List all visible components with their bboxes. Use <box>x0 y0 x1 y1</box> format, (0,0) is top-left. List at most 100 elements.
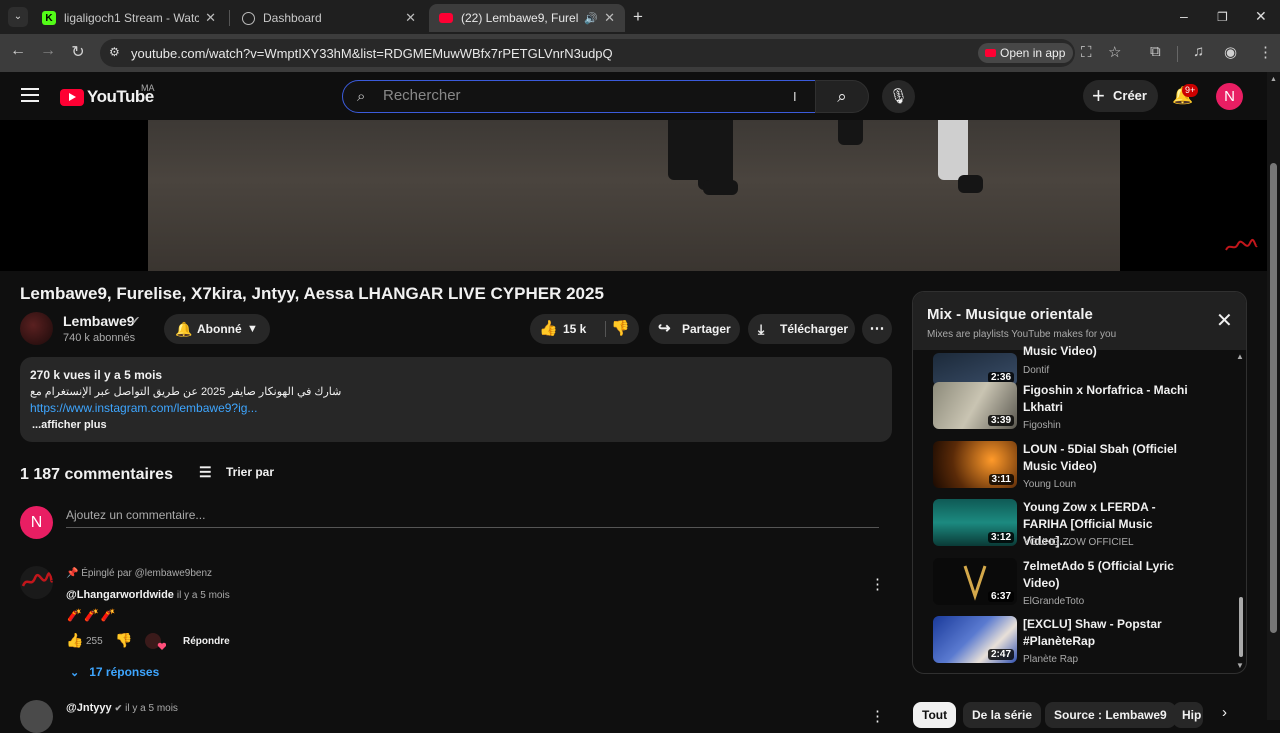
comment-author[interactable]: @Jntyyy ✔ il y a 5 mois <box>66 702 178 714</box>
sort-by-button[interactable]: ☰ Trier par <box>199 464 274 480</box>
chip-all[interactable]: Tout <box>913 702 957 728</box>
share-label: Partager <box>682 322 731 336</box>
playlist-item[interactable]: 2:47 [EXCLU] Shaw - Popstar #PlanèteRap … <box>933 616 1233 672</box>
close-window-icon[interactable]: ✕ <box>1255 8 1267 25</box>
hamburger-menu-icon[interactable] <box>21 88 39 102</box>
playlist-item-channel: YOUNG ZOW OFFICIEL <box>1023 537 1134 548</box>
playlist-item[interactable]: 6:37 7elmetAdo 5 (Official Lyric Video) … <box>933 558 1233 614</box>
playlist-scrollbar[interactable] <box>1239 362 1243 662</box>
close-tab-icon[interactable]: ✕ <box>604 10 615 26</box>
speaker-icon[interactable]: 🔊 <box>584 12 598 25</box>
description-box[interactable]: 270 k vues il y a 5 mois شارك في الهونكا… <box>20 357 892 442</box>
download-button[interactable]: ⤓ Télécharger <box>748 314 855 344</box>
create-button[interactable]: + Créer <box>1083 80 1158 112</box>
scroll-down-icon[interactable]: ▼ <box>1236 661 1244 670</box>
subscribed-button[interactable]: 🔔 Abonné ▼ <box>164 314 270 344</box>
scroll-up-icon[interactable]: ▲ <box>1270 76 1277 83</box>
playlist-item[interactable]: 3:12 Young Zow x LFERDA - FARIHA [Offici… <box>933 499 1233 555</box>
youtube-logo[interactable]: YouTube <box>60 87 154 107</box>
like-icon[interactable]: 👍 <box>539 314 558 344</box>
playlist-title[interactable]: Mix - Musique orientale <box>927 306 1093 323</box>
like-count[interactable]: 15 k <box>563 314 586 344</box>
new-tab-button[interactable]: + <box>633 7 643 27</box>
comment-author-handle[interactable]: @Lhangarworldwide <box>66 589 174 601</box>
tab-search-button[interactable]: ⌄ <box>8 7 28 27</box>
tab-youtube[interactable]: (22) Lembawe9, Furelise, X7kira 🔊 ✕ <box>429 4 625 32</box>
close-tab-icon[interactable]: ✕ <box>205 10 216 26</box>
more-actions-button[interactable]: ⋯ <box>862 314 892 344</box>
reload-icon[interactable]: ↻ <box>67 42 89 62</box>
video-player[interactable] <box>0 120 1267 271</box>
extensions-icon[interactable]: ⧉ <box>1150 43 1161 60</box>
open-in-app-label: Open in app <box>1000 46 1066 60</box>
youtube-icon <box>985 49 996 57</box>
omnibox[interactable]: ⚙ youtube.com/watch?v=WmptIXY33hM&list=R… <box>100 39 1121 67</box>
comment-count: 1 187 commentaires <box>20 466 173 483</box>
channel-name[interactable]: Lembawe9 <box>63 313 135 329</box>
close-tab-icon[interactable]: ✕ <box>405 10 416 26</box>
site-info-icon[interactable]: ⚙ <box>109 45 120 59</box>
playlist-panel: Mix - Musique orientale Mixes are playli… <box>912 291 1247 674</box>
comment-like-icon[interactable]: 👍 <box>66 632 83 649</box>
comment-author[interactable]: @Lhangarworldwide il y a 5 mois <box>66 589 230 601</box>
tab-kick[interactable]: K ligaligoch1 Stream - Watch Live ✕ <box>32 4 226 32</box>
video-frame <box>148 120 1120 271</box>
search-input[interactable] <box>383 87 763 104</box>
translate-icon[interactable]: ⛶ <box>1081 44 1092 61</box>
comment-like-count: 255 <box>86 636 103 647</box>
duration-badge: 3:11 <box>988 474 1014 485</box>
playlist-item-title: [EXCLU] Shaw - Popstar #PlanèteRap <box>1023 617 1162 648</box>
url-text[interactable]: youtube.com/watch?v=WmptIXY33hM&list=RDG… <box>131 46 613 61</box>
view-replies-button[interactable]: ⌄ 17 réponses <box>70 665 159 679</box>
page-scrollbar[interactable]: ▲ <box>1267 72 1280 720</box>
show-more-link[interactable]: ...afficher plus <box>32 419 107 431</box>
subscribed-label: Abonné <box>197 322 242 336</box>
search-box[interactable]: ⌕ I <box>342 80 816 113</box>
minimize-icon[interactable]: – <box>1180 8 1188 24</box>
close-icon[interactable]: ✕ <box>1216 308 1233 333</box>
bookmark-star-icon[interactable]: ☆ <box>1108 43 1121 61</box>
create-label: Créer <box>1113 88 1147 103</box>
voice-search-button[interactable]: 🎙 <box>882 80 915 113</box>
search-button[interactable]: ⌕ <box>815 80 869 113</box>
comment-author-handle[interactable]: @Jntyyy <box>66 702 112 714</box>
forward-icon[interactable]: → <box>37 42 59 60</box>
chip-series[interactable]: De la série <box>963 702 1042 728</box>
video-title: Lembawe9, Furelise, X7kira, Jntyy, Aessa… <box>20 284 604 303</box>
menu-kebab-icon[interactable]: ⋮ <box>1258 43 1273 61</box>
profile-icon[interactable]: ◉ <box>1224 43 1237 61</box>
reply-button[interactable]: Répondre <box>183 636 230 647</box>
playlist-item-title: Figoshin x Norfafrica - Machi Lkhatri <box>1023 383 1188 414</box>
chip-source[interactable]: Source : Lembawe9 <box>1045 702 1176 728</box>
instagram-link[interactable]: https://www.instagram.com/lembawe9?ig... <box>30 401 257 415</box>
playlist-item[interactable]: 3:39 Figoshin x Norfafrica - Machi Lkhat… <box>933 382 1233 438</box>
add-comment-input[interactable]: Ajoutez un commentaire... <box>66 508 879 528</box>
duration-badge: 3:12 <box>987 532 1014 543</box>
dislike-icon[interactable]: 👎 <box>611 314 630 344</box>
commenter-avatar[interactable] <box>20 700 53 733</box>
chevron-down-icon: ▼ <box>247 323 258 335</box>
chevron-right-icon[interactable]: › <box>1222 704 1227 721</box>
video-thumbnail: 3:39 <box>933 382 1017 429</box>
video-thumbnail: 6:37 <box>933 558 1017 605</box>
comment-dislike-icon[interactable]: 👎 <box>115 632 132 649</box>
chip-hiphop[interactable]: Hip <box>1173 702 1203 728</box>
duration-badge: 2:47 <box>987 649 1014 660</box>
tab-dashboard[interactable]: Dashboard ✕ <box>232 4 426 32</box>
restore-icon[interactable]: ❐ <box>1217 10 1228 24</box>
commenter-avatar[interactable] <box>20 566 53 599</box>
view-count-date: 270 k vues il y a 5 mois <box>30 368 163 382</box>
playlist-item-channel: Dontif <box>1023 365 1050 376</box>
microphone-icon: 🎙 <box>888 88 909 105</box>
comment-menu-icon[interactable]: ⋮ <box>870 707 885 725</box>
tab-title: ligaligoch1 Stream - Watch Live <box>64 11 200 25</box>
comment-menu-icon[interactable]: ⋮ <box>870 575 885 593</box>
avatar[interactable]: N <box>1216 83 1243 110</box>
media-controls-icon[interactable]: ♫ <box>1193 43 1204 60</box>
playlist-item[interactable]: 3:11 LOUN - 5Dial Sbah (Officiel Music V… <box>933 441 1233 497</box>
share-button[interactable]: ↪ Partager <box>649 314 740 344</box>
channel-avatar[interactable] <box>20 312 53 345</box>
back-icon[interactable]: ← <box>7 42 29 60</box>
open-in-app-button[interactable]: Open in app <box>978 43 1074 63</box>
scroll-up-icon[interactable]: ▲ <box>1236 352 1244 361</box>
